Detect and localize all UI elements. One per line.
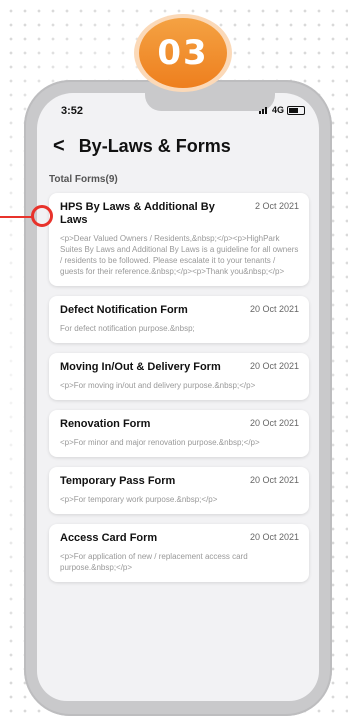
page-header: < By-Laws & Forms bbox=[53, 135, 231, 158]
form-date: 20 Oct 2021 bbox=[249, 304, 299, 314]
signal-icon bbox=[258, 106, 269, 114]
form-card[interactable]: Moving In/Out & Delivery Form 20 Oct 202… bbox=[49, 353, 309, 400]
form-description: <p>For minor and major renovation purpos… bbox=[60, 438, 260, 447]
step-badge: 03 bbox=[139, 18, 227, 88]
form-title: HPS By Laws & Additional By Laws bbox=[60, 201, 215, 226]
status-time: 3:52 bbox=[61, 105, 84, 117]
form-card[interactable]: Temporary Pass Form 20 Oct 2021 <p>For t… bbox=[49, 467, 309, 514]
form-date: 20 Oct 2021 bbox=[249, 532, 299, 542]
form-description: <p>For temporary work purpose.&nbsp;</p> bbox=[60, 495, 218, 504]
callout-circle bbox=[31, 205, 53, 227]
form-title: Moving In/Out & Delivery Form bbox=[60, 361, 221, 373]
status-indicators: 4G bbox=[258, 105, 305, 115]
form-date: 20 Oct 2021 bbox=[249, 361, 299, 371]
form-description: <p>For moving in/out and delivery purpos… bbox=[60, 381, 256, 390]
total-forms-label: Total Forms(9) bbox=[49, 174, 118, 185]
battery-icon bbox=[287, 105, 305, 115]
form-card[interactable]: Renovation Form 20 Oct 2021 <p>For minor… bbox=[49, 410, 309, 457]
form-card[interactable]: Defect Notification Form 20 Oct 2021 For… bbox=[49, 296, 309, 343]
form-card[interactable]: Access Card Form 20 Oct 2021 <p>For appl… bbox=[49, 524, 309, 582]
form-date: 20 Oct 2021 bbox=[249, 475, 299, 485]
page-title: By-Laws & Forms bbox=[78, 136, 231, 156]
network-label: 4G bbox=[271, 105, 284, 115]
form-title: Temporary Pass Form bbox=[60, 475, 176, 487]
callout-line bbox=[0, 216, 32, 218]
form-card[interactable]: HPS By Laws & Additional By Laws 2 Oct 2… bbox=[49, 193, 309, 286]
form-description: <p>For application of new / replacement … bbox=[60, 552, 248, 572]
forms-list: HPS By Laws & Additional By Laws 2 Oct 2… bbox=[49, 193, 309, 592]
form-description: For defect notification purpose.&nbsp; bbox=[60, 324, 195, 333]
form-date: 20 Oct 2021 bbox=[249, 418, 299, 428]
phone-notch bbox=[145, 93, 275, 111]
form-title: Defect Notification Form bbox=[60, 304, 188, 316]
chevron-left-icon[interactable]: < bbox=[53, 135, 65, 158]
phone-screen: 3:52 4G < By-Laws & Forms Total Forms(9)… bbox=[37, 93, 319, 701]
form-date: 2 Oct 2021 bbox=[254, 201, 299, 211]
form-title: Access Card Form bbox=[60, 532, 158, 544]
form-title: Renovation Form bbox=[60, 418, 151, 430]
form-description: <p>Dear Valued Owners / Residents,&nbsp;… bbox=[60, 234, 299, 276]
